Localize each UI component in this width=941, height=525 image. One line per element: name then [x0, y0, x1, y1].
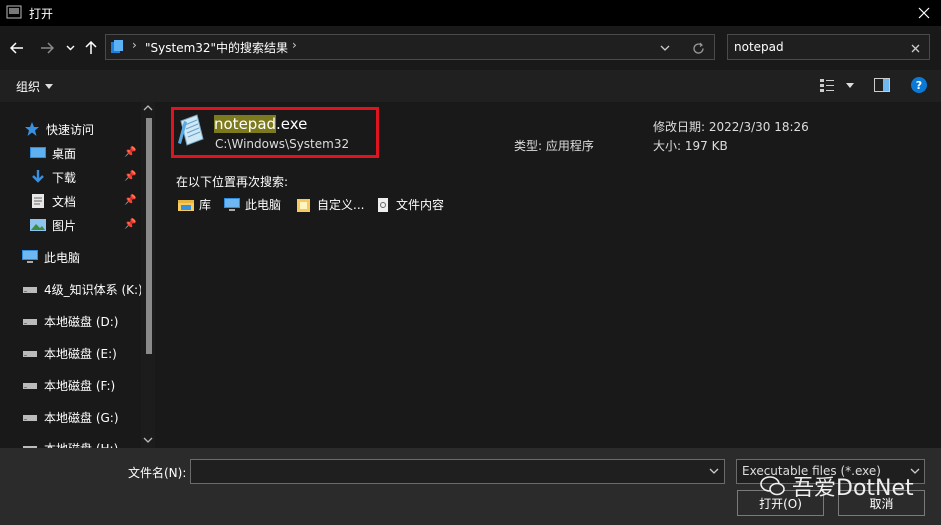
- view-options-icon[interactable]: [820, 78, 834, 92]
- sidebar-item-label: 此电脑: [44, 250, 81, 265]
- sidebar-item-label: 桌面: [52, 146, 77, 161]
- watermark-text: 吾爱DotNet: [792, 476, 914, 501]
- pin-icon: 📌: [124, 219, 137, 230]
- help-icon[interactable]: ?: [911, 77, 927, 93]
- sidebar-item-drive-g[interactable]: 本地磁盘 (G:): [22, 406, 155, 428]
- back-arrow-icon: [10, 42, 23, 54]
- sidebar-item-label: 快速访问: [46, 122, 95, 137]
- chevron-down-icon: [66, 45, 74, 51]
- sidebar-item-quick-access[interactable]: 快速访问: [24, 118, 155, 140]
- address-history-button[interactable]: [658, 39, 672, 57]
- forward-button[interactable]: [38, 39, 56, 57]
- star-icon: [25, 122, 39, 136]
- search-again-custom[interactable]: 自定义...: [296, 196, 364, 213]
- picture-icon: [30, 219, 46, 231]
- sidebar-item-label: 4级_知识体系 (K:): [44, 282, 143, 297]
- chevron-down-icon[interactable]: [709, 468, 719, 474]
- search-again-item-label: 库: [199, 198, 212, 212]
- filename-label: 文件名(N):: [128, 466, 187, 480]
- search-again-library[interactable]: 库: [178, 196, 211, 213]
- sidebar-item-label: 本地磁盘 (G:): [44, 410, 119, 425]
- sidebar-item-label: 本地磁盘 (D:): [44, 314, 119, 329]
- refresh-icon: [692, 42, 704, 54]
- drive-icon: [23, 351, 37, 357]
- document-icon: [32, 194, 44, 208]
- search-input-value[interactable]: notepad: [734, 40, 784, 54]
- sidebar-item-label: 下载: [52, 170, 77, 185]
- filename-input[interactable]: [190, 459, 725, 484]
- search-again-item-label: 自定义...: [317, 198, 365, 212]
- watermark: 吾爱DotNet: [760, 470, 914, 502]
- recent-locations-button[interactable]: [63, 39, 77, 57]
- search-again-label: 在以下位置再次搜索:: [176, 175, 289, 189]
- refresh-button[interactable]: [690, 39, 706, 57]
- desktop-icon: [30, 147, 46, 158]
- wechat-icon: [760, 476, 785, 496]
- close-button[interactable]: [906, 0, 941, 26]
- pin-icon: 📌: [124, 171, 137, 182]
- organize-menu-button[interactable]: 组织: [16, 78, 54, 95]
- sidebar-item-drive-d[interactable]: 本地磁盘 (D:): [22, 310, 155, 332]
- drive-icon: [23, 287, 37, 293]
- drive-icon: [23, 446, 37, 448]
- search-again-file-contents[interactable]: 文件内容: [375, 196, 444, 213]
- window-title: 打开: [29, 7, 54, 21]
- drive-icon: [23, 319, 37, 325]
- computer-icon: [224, 197, 240, 211]
- pin-icon: 📌: [124, 195, 137, 206]
- scroll-up-icon[interactable]: [142, 104, 154, 112]
- up-button[interactable]: [83, 39, 99, 57]
- caret-down-icon: [45, 84, 54, 89]
- search-again-item-label: 文件内容: [396, 198, 445, 212]
- sidebar-item-drive-h[interactable]: 本地磁盘 (H:): [22, 437, 155, 448]
- sidebar-scroll-thumb[interactable]: [146, 118, 152, 354]
- sidebar-item-this-pc[interactable]: 此电脑: [22, 246, 155, 268]
- close-icon: [911, 44, 919, 52]
- result-modified-date: 修改日期: 2022/3/30 18:26: [653, 120, 809, 134]
- breadcrumb-location[interactable]: "System32"中的搜索结果: [145, 39, 288, 56]
- search-results-icon: [111, 40, 123, 53]
- search-again-item-label: 此电脑: [245, 198, 282, 212]
- breadcrumb-chevron-icon[interactable]: ›: [292, 38, 297, 52]
- download-icon: [32, 170, 44, 183]
- toolbar: [0, 70, 941, 102]
- file-content-icon: [378, 197, 388, 212]
- sidebar-item-label: 图片: [52, 218, 77, 233]
- organize-label: 组织: [16, 80, 41, 94]
- sidebar-item-label: 文档: [52, 194, 77, 209]
- search-again-this-pc[interactable]: 此电脑: [224, 196, 281, 213]
- result-type: 类型: 应用程序: [514, 139, 594, 153]
- sidebar-item-drive-e[interactable]: 本地磁盘 (E:): [22, 342, 155, 364]
- close-icon: [918, 7, 929, 19]
- navigation-pane: 快速访问 桌面 📌 下载 📌 文档 📌 图片 📌 此电脑 4级_知识体系 (K:…: [0, 102, 155, 448]
- chevron-down-icon: [660, 45, 670, 51]
- sidebar-item-drive-f[interactable]: 本地磁盘 (F:): [22, 374, 155, 396]
- clear-search-button[interactable]: [908, 39, 922, 57]
- sidebar-item-label: 本地磁盘 (F:): [44, 378, 116, 393]
- breadcrumb-separator-icon: ›: [132, 38, 137, 52]
- preview-pane-icon[interactable]: [874, 78, 890, 92]
- sidebar-item-label: 本地磁盘 (E:): [44, 346, 117, 361]
- pin-icon: 📌: [124, 147, 137, 158]
- result-size: 大小: 197 KB: [653, 139, 728, 153]
- scroll-down-icon[interactable]: [142, 436, 154, 444]
- back-button[interactable]: [8, 39, 26, 57]
- sidebar-item-drive-k[interactable]: 4级_知识体系 (K:): [22, 278, 155, 300]
- forward-arrow-icon: [41, 42, 54, 54]
- computer-icon: [22, 250, 38, 263]
- caret-down-icon[interactable]: [846, 83, 854, 88]
- folder-custom-icon: [297, 198, 310, 212]
- up-arrow-icon: [85, 41, 97, 54]
- annotation-highlight-box: [171, 107, 379, 158]
- drive-icon: [23, 383, 37, 389]
- library-icon: [178, 199, 194, 211]
- title-bar: [0, 0, 941, 26]
- sidebar-item-label: 本地磁盘 (H:): [44, 440, 118, 449]
- svg-text:?: ?: [916, 79, 922, 92]
- drive-icon: [23, 415, 37, 421]
- app-icon: [6, 5, 22, 19]
